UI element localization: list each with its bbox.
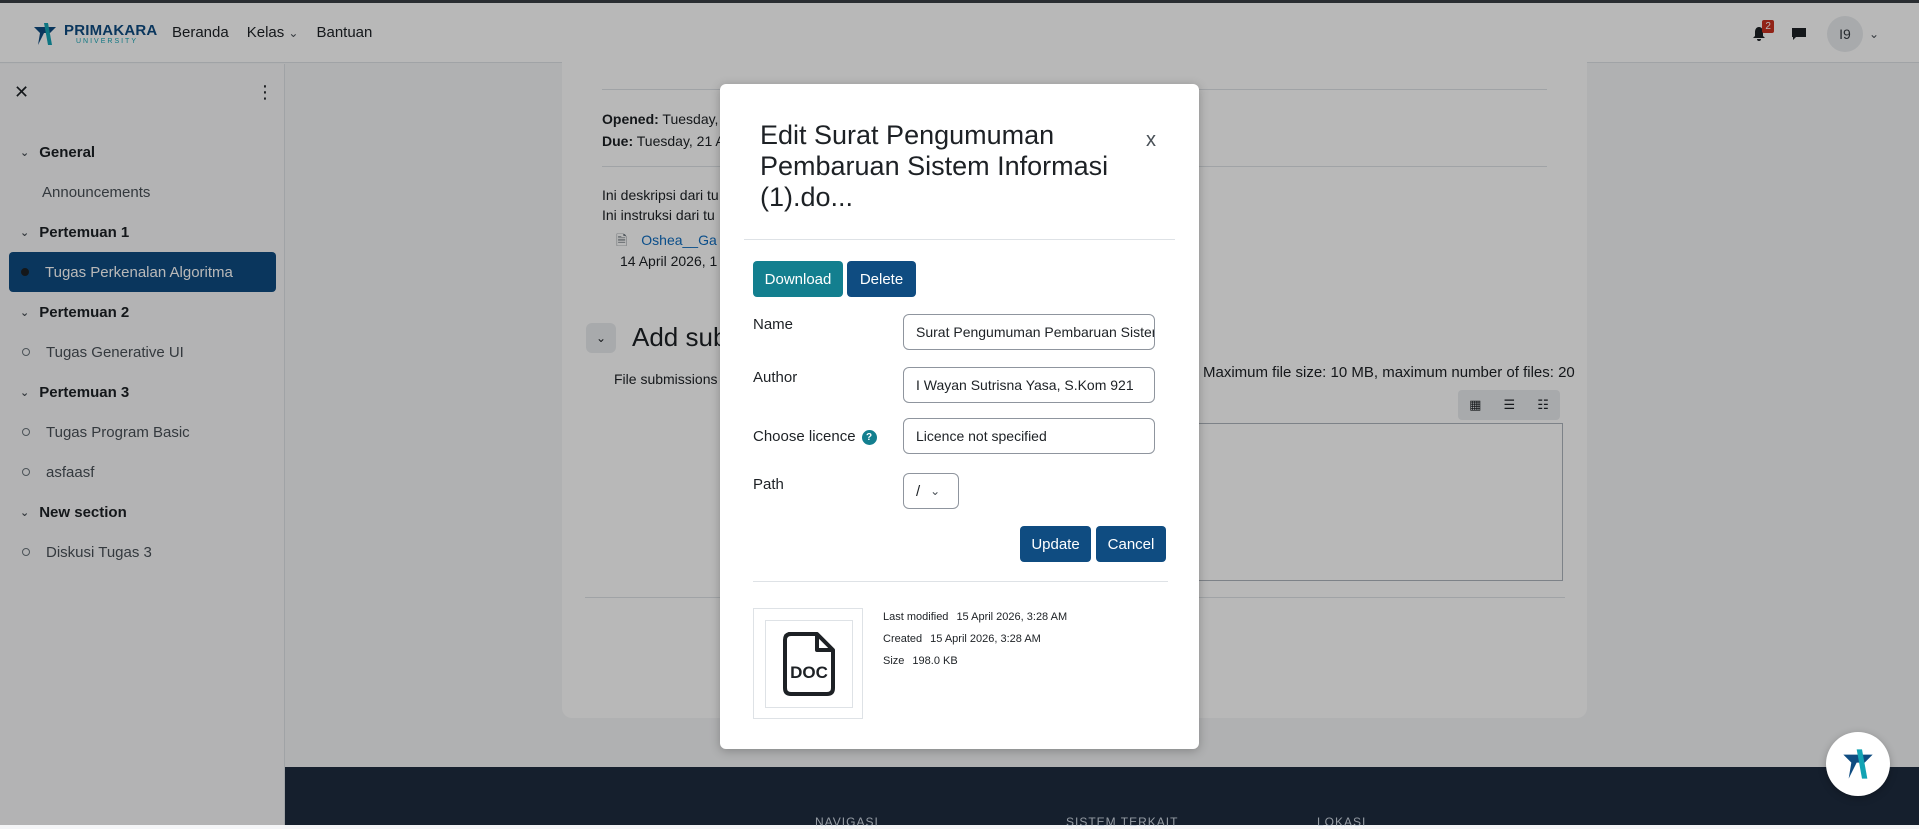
author-label: Author	[753, 369, 798, 386]
last-modified-row: Last modified 15 April 2026, 3:28 AM	[883, 611, 1067, 623]
delete-button[interactable]: Delete	[847, 261, 916, 297]
path-label: Path	[753, 476, 784, 493]
file-thumbnail: DOC	[753, 608, 863, 719]
close-dialog-button[interactable]: x	[1146, 129, 1156, 152]
last-modified-value: 15 April 2026, 3:28 AM	[956, 611, 1068, 623]
size-value: 198.0 KB	[912, 655, 958, 667]
size-row: Size 198.0 KB	[883, 655, 958, 667]
download-button[interactable]: Download	[753, 261, 843, 297]
doc-icon: DOC	[783, 632, 835, 696]
created-value: 15 April 2026, 3:28 AM	[930, 633, 1041, 645]
update-button[interactable]: Update	[1020, 526, 1091, 562]
size-label: Size	[883, 655, 905, 667]
cancel-button[interactable]: Cancel	[1096, 526, 1166, 562]
dialog-title: Edit Surat Pengumuman Pembaruan Sistem I…	[760, 120, 1109, 212]
thumb-text: DOC	[790, 663, 828, 682]
primakara-logo-icon	[1843, 749, 1873, 779]
author-field[interactable]: I Wayan Sutrisna Yasa, S.Kom 921	[903, 367, 1155, 403]
divider	[744, 239, 1175, 240]
path-select[interactable]: / ⌄	[903, 473, 959, 509]
last-modified-label: Last modified	[883, 611, 949, 623]
path-value: /	[916, 482, 921, 500]
chevron-down-icon: ⌄	[930, 484, 941, 498]
doc-file-icon: DOC	[765, 620, 853, 708]
licence-label-group: Choose licence?	[753, 428, 877, 445]
name-field[interactable]: Surat Pengumuman Pembaruan Sistem Inform…	[903, 314, 1155, 350]
divider	[753, 581, 1168, 582]
licence-label: Choose licence	[753, 428, 856, 445]
created-row: Created 15 April 2026, 3:28 AM	[883, 633, 1041, 645]
created-label: Created	[883, 633, 923, 645]
floating-assistant-button[interactable]	[1826, 732, 1890, 796]
edit-file-dialog: Edit Surat Pengumuman Pembaruan Sistem I…	[720, 84, 1199, 749]
name-label: Name	[753, 316, 794, 333]
licence-select[interactable]: Licence not specified	[903, 418, 1155, 454]
help-icon[interactable]: ?	[861, 429, 877, 445]
